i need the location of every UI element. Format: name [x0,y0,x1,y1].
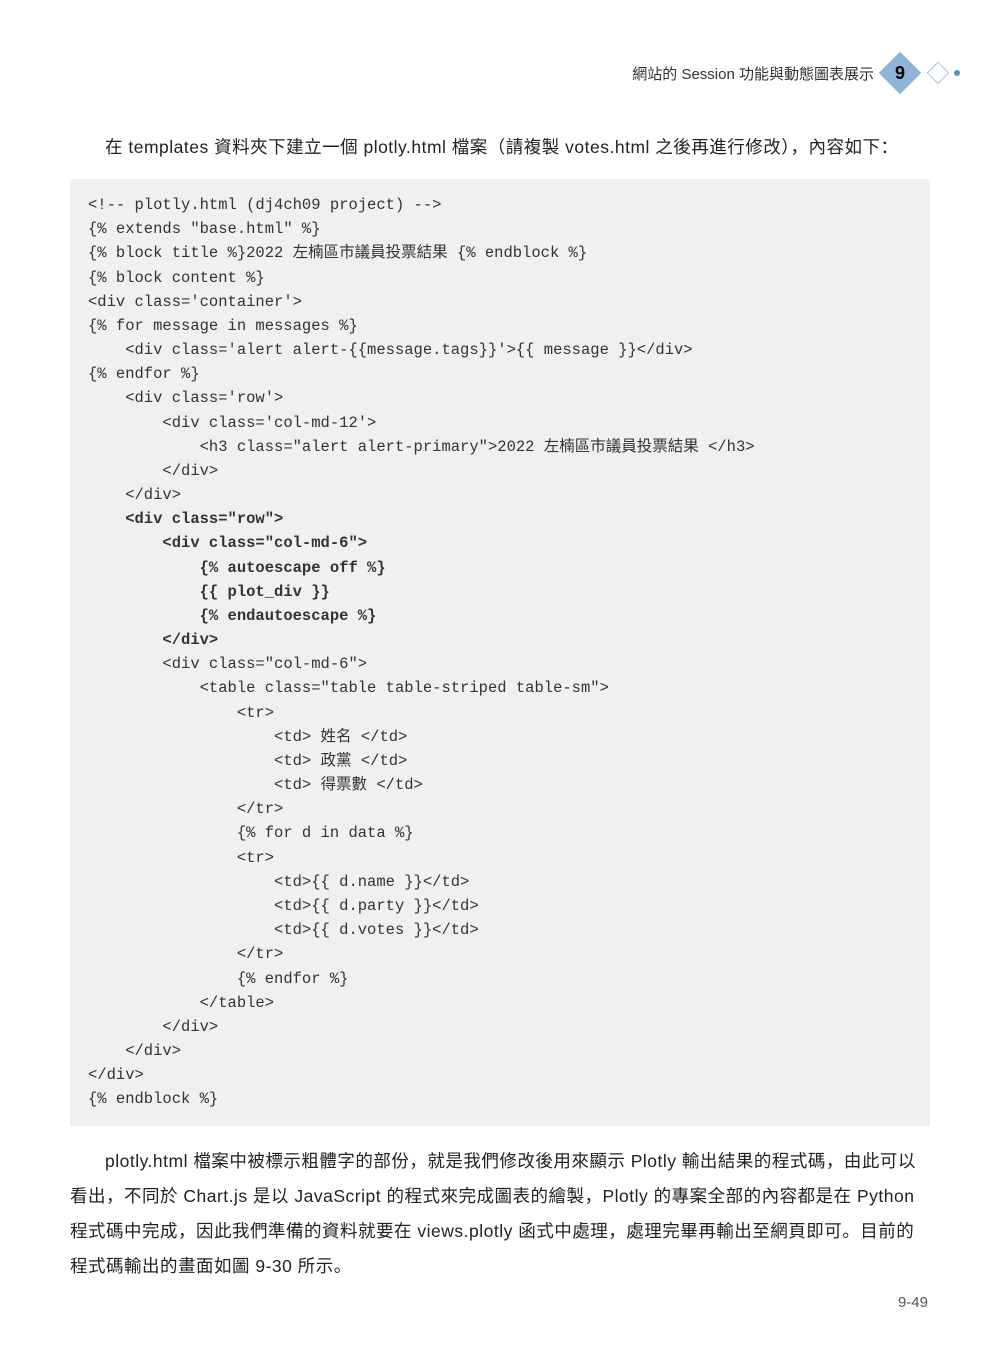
code-line: </div> [88,1066,144,1084]
intro-paragraph: 在 templates 資料夾下建立一個 plotly.html 檔案（請複製 … [70,130,930,165]
page-header: 網站的 Session 功能與動態圖表展示 9 [632,55,960,91]
code-line-bold: <div class="col-md-6"> [88,534,367,552]
code-line: <!-- plotly.html (dj4ch09 project) --> [88,196,441,214]
code-line: </tr> [88,800,283,818]
code-line: </table> [88,994,274,1012]
code-line: <td> 得票數 </td> [88,776,423,794]
code-line: {% endfor %} [88,970,348,988]
code-line: <td> 姓名 </td> [88,728,407,746]
code-line: <td> 政黨 </td> [88,752,407,770]
code-line: <tr> [88,849,274,867]
code-line-bold: {% endautoescape %} [88,607,376,625]
code-line: <h3 class="alert alert-primary">2022 左楠區… [88,438,755,456]
code-line: <div class='alert alert-{{message.tags}}… [88,341,693,359]
code-line: {% endfor %} [88,365,200,383]
code-line: </div> [88,1018,218,1036]
code-line: </div> [88,462,218,480]
code-line: <div class="col-md-6"> [88,655,367,673]
code-line: <td>{{ d.name }}</td> [88,873,469,891]
code-line-bold: {% autoescape off %} [88,559,386,577]
code-line: <div class='container'> [88,293,302,311]
chapter-badge: 9 [882,55,918,91]
page-content: 在 templates 資料夾下建立一個 plotly.html 檔案（請複製 … [70,130,930,1284]
code-line: {% for d in data %} [88,824,414,842]
code-line: </div> [88,486,181,504]
code-line: <td>{{ d.votes }}</td> [88,921,479,939]
decoration-diamond-icon [927,62,950,85]
code-line: <div class='col-md-12'> [88,414,376,432]
code-line: </div> [88,1042,181,1060]
code-line-bold: </div> [88,631,218,649]
code-line: </tr> [88,945,283,963]
code-line: <div class='row'> [88,389,283,407]
decoration-dot-icon [954,70,960,76]
code-line: {% endblock %} [88,1090,218,1108]
code-line: {% block content %} [88,269,265,287]
closing-paragraph: plotly.html 檔案中被標示粗體字的部份，就是我們修改後用來顯示 Plo… [70,1144,930,1284]
code-line-bold: <div class="row"> [88,510,283,528]
code-line: <table class="table table-striped table-… [88,679,609,697]
code-line-bold: {{ plot_div }} [88,583,330,601]
code-line: <tr> [88,704,274,722]
code-line: {% extends "base.html" %} [88,220,321,238]
code-block: <!-- plotly.html (dj4ch09 project) --> {… [70,179,930,1126]
code-line: <td>{{ d.party }}</td> [88,897,479,915]
header-title: 網站的 Session 功能與動態圖表展示 [632,63,874,84]
code-line: {% for message in messages %} [88,317,358,335]
page-number: 9-49 [898,1294,928,1311]
code-line: {% block title %}2022 左楠區市議員投票結果 {% endb… [88,244,587,262]
chapter-number: 9 [895,63,905,84]
